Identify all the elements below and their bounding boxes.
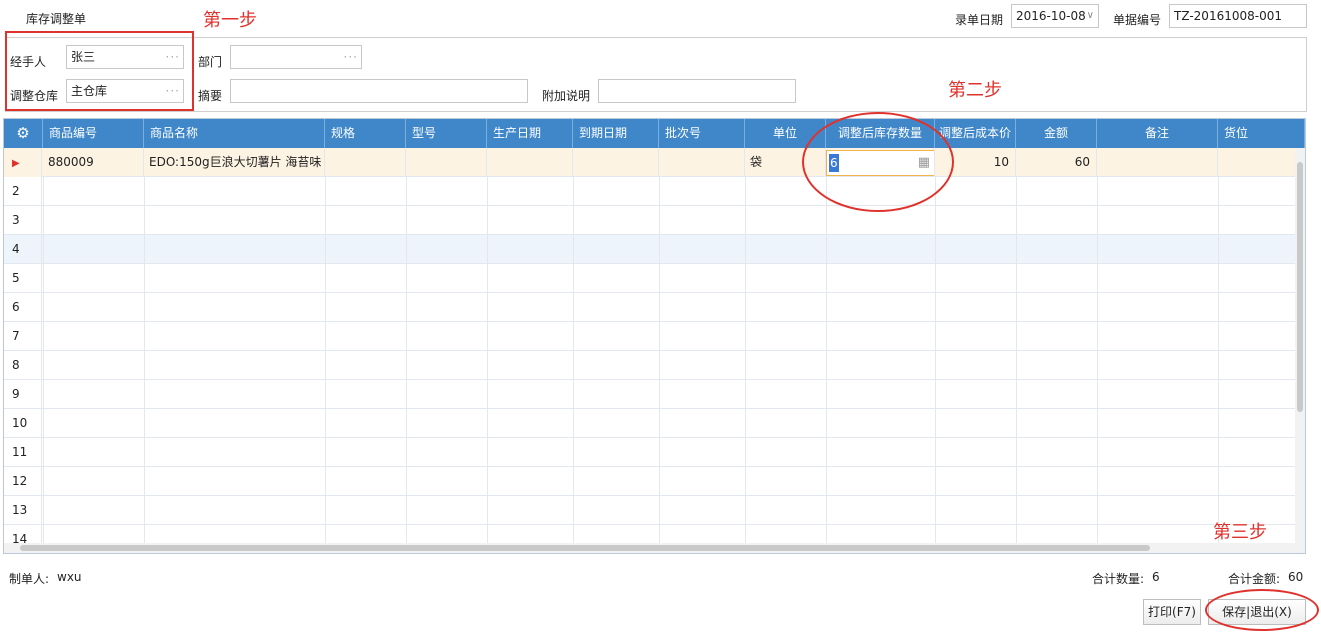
row-number: 3 <box>4 206 42 235</box>
note-label: 附加说明 <box>542 89 591 103</box>
annotation-box-step-1 <box>5 31 194 111</box>
total-qty-label: 合计数量: <box>1092 572 1145 586</box>
row-number: 7 <box>4 322 42 351</box>
row-number: 6 <box>4 293 42 322</box>
col-header[interactable]: 型号 <box>406 119 487 148</box>
item-grid: ⚙ 商品编号 商品名称 规格 型号 生产日期 到期日期 批次号 单位 调整后库存… <box>3 118 1306 554</box>
table-row[interactable]: 6 <box>4 293 1296 322</box>
doc-no-label: 单据编号 <box>1113 13 1162 27</box>
total-qty-value: 6 <box>1152 570 1160 584</box>
table-row[interactable]: 10 <box>4 409 1296 438</box>
summary-label: 摘要 <box>198 89 223 103</box>
table-row[interactable]: 2 <box>4 177 1296 206</box>
annotation-step-2: 第二步 <box>948 80 1002 101</box>
grid-settings-button[interactable]: ⚙ <box>4 119 43 148</box>
horizontal-scroll-thumb[interactable] <box>20 545 1150 551</box>
grid-header: ⚙ 商品编号 商品名称 规格 型号 生产日期 到期日期 批次号 单位 调整后库存… <box>4 119 1305 148</box>
annotation-step-1: 第一步 <box>203 10 257 31</box>
table-row[interactable]: 13 <box>4 496 1296 525</box>
col-header[interactable]: 生产日期 <box>487 119 573 148</box>
horizontal-scrollbar[interactable] <box>4 543 1305 553</box>
row-number: 2 <box>4 177 42 206</box>
print-button[interactable]: 打印(F7) <box>1143 599 1201 625</box>
table-row[interactable]: 3 <box>4 206 1296 235</box>
col-header[interactable]: 备注 <box>1097 119 1218 148</box>
creator-label: 制单人: <box>9 572 50 586</box>
cell-spec[interactable] <box>325 148 406 177</box>
col-header[interactable]: 到期日期 <box>573 119 659 148</box>
annotation-ellipse-step-2 <box>802 112 954 212</box>
total-amount-value: 60 <box>1288 570 1304 584</box>
row-number: 13 <box>4 496 42 525</box>
cell-remark[interactable] <box>1097 148 1218 177</box>
department-field[interactable]: ··· <box>230 45 362 69</box>
chevron-down-icon[interactable]: ∨ <box>1087 5 1095 27</box>
col-header[interactable]: 货位 <box>1218 119 1305 148</box>
table-row[interactable]: 11 <box>4 438 1296 467</box>
cell-model[interactable] <box>406 148 487 177</box>
table-row[interactable]: 5 <box>4 264 1296 293</box>
cell-exp-date[interactable] <box>573 148 659 177</box>
entry-date-value: 2016-10-08 <box>1016 9 1086 23</box>
arrow-right-icon: ▶ <box>12 158 20 169</box>
doc-no-field[interactable]: TZ-20161008-001 <box>1169 4 1307 28</box>
annotation-step-3: 第三步 <box>1213 522 1267 543</box>
summary-field[interactable] <box>230 79 528 103</box>
vertical-scroll-thumb[interactable] <box>1297 162 1303 412</box>
cell-mfg-date[interactable] <box>487 148 573 177</box>
gear-icon[interactable]: ⚙ <box>16 124 29 142</box>
table-row[interactable]: 12 <box>4 467 1296 496</box>
table-row[interactable]: ▶ 880009 EDO:150g巨浪大切薯片 海苔味 袋 6 ▦ 10 60 <box>4 148 1296 177</box>
row-number: 10 <box>4 409 42 438</box>
department-label: 部门 <box>198 55 223 69</box>
col-header[interactable]: 商品名称 <box>144 119 325 148</box>
cell-name[interactable]: EDO:150g巨浪大切薯片 海苔味 <box>144 148 325 177</box>
col-header[interactable]: 金额 <box>1016 119 1097 148</box>
table-row[interactable]: 4 <box>4 235 1296 264</box>
col-header[interactable]: 批次号 <box>659 119 745 148</box>
table-row[interactable]: 8 <box>4 351 1296 380</box>
row-number: 12 <box>4 467 42 496</box>
entry-date-label: 录单日期 <box>955 13 1004 27</box>
col-header[interactable]: 规格 <box>325 119 406 148</box>
row-number: 9 <box>4 380 42 409</box>
col-header[interactable]: 商品编号 <box>43 119 144 148</box>
note-field[interactable] <box>598 79 796 103</box>
cell-location[interactable] <box>1218 148 1296 177</box>
more-icon[interactable]: ··· <box>344 46 358 68</box>
entry-date-field[interactable]: 2016-10-08 ∨ <box>1011 4 1099 28</box>
table-row[interactable]: 7 <box>4 322 1296 351</box>
row-number: 5 <box>4 264 42 293</box>
cell-batch[interactable] <box>659 148 745 177</box>
cell-amount[interactable]: 60 <box>1016 148 1097 177</box>
total-amount-label: 合计金额: <box>1228 572 1281 586</box>
current-row-indicator: ▶ <box>4 148 42 177</box>
vertical-scrollbar[interactable] <box>1295 148 1305 543</box>
row-number: 11 <box>4 438 42 467</box>
creator-value: wxu <box>57 570 82 584</box>
row-number: 4 <box>4 235 42 264</box>
annotation-ellipse-step-3 <box>1205 589 1319 631</box>
cell-code[interactable]: 880009 <box>43 148 144 177</box>
row-number: 8 <box>4 351 42 380</box>
page-title: 库存调整单 <box>26 12 87 26</box>
table-row[interactable]: 9 <box>4 380 1296 409</box>
